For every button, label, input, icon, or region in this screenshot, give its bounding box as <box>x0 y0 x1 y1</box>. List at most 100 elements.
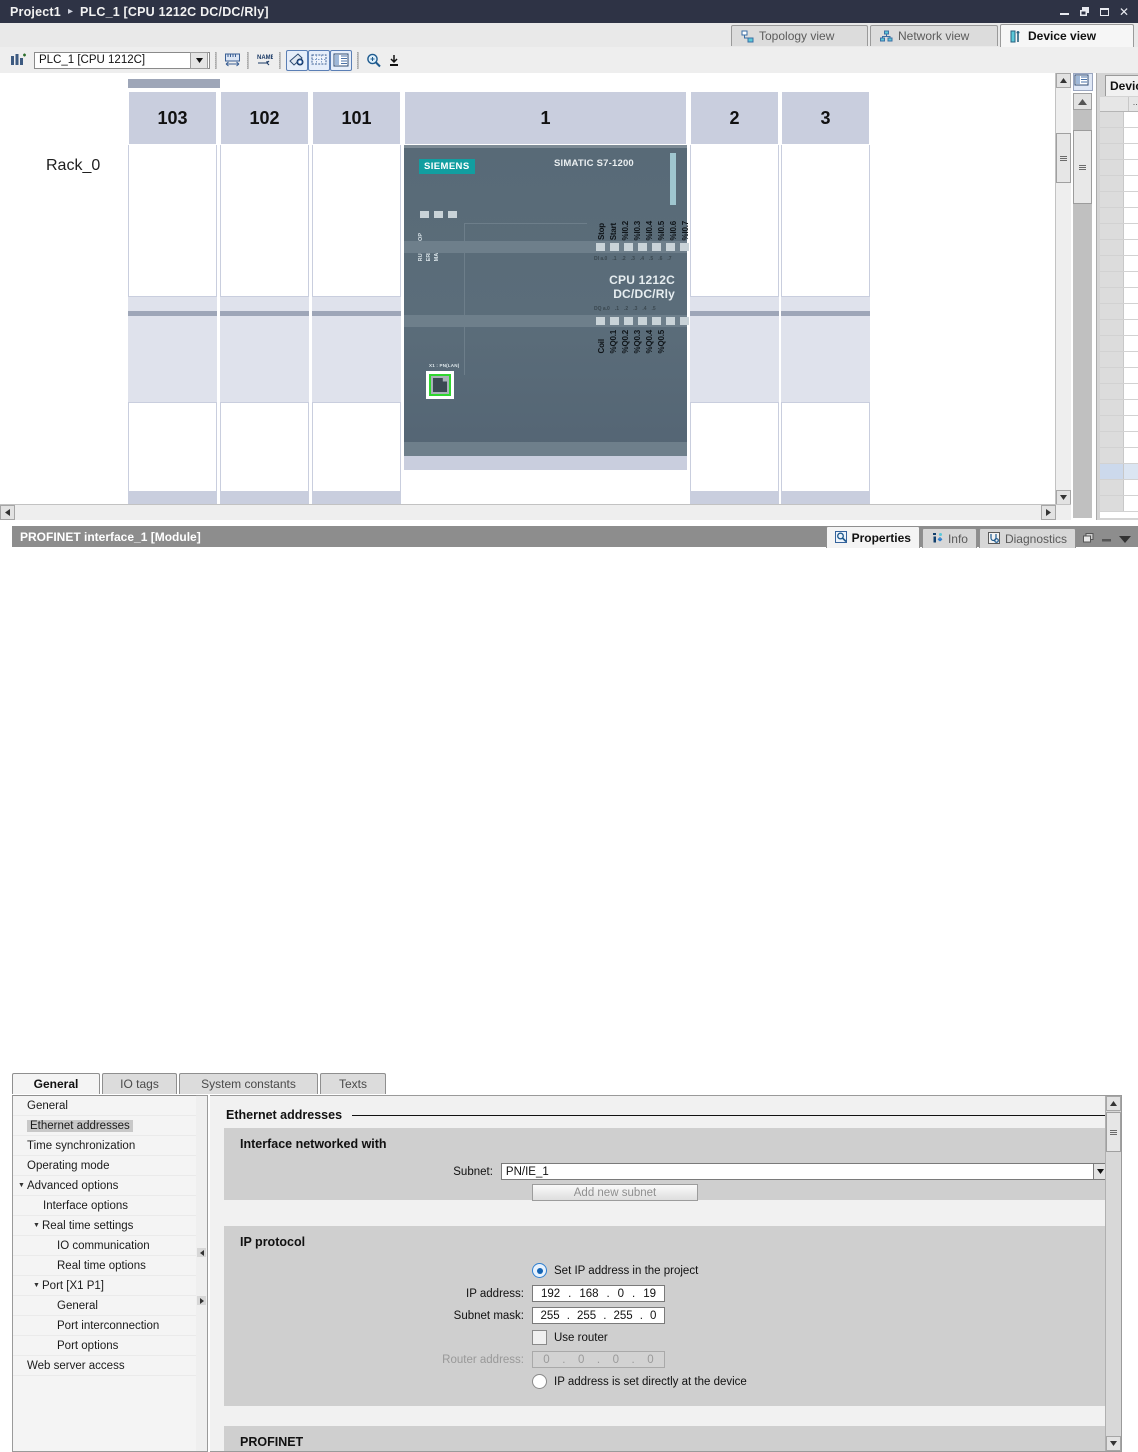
ip-octet-4[interactable]: 19 <box>643 1288 656 1300</box>
module-grid-icon[interactable] <box>308 50 330 71</box>
device-overview-panel[interactable]: Device overview ... <box>1071 73 1138 520</box>
chevron-down-icon[interactable] <box>190 52 208 69</box>
scroll-up-icon[interactable] <box>1056 73 1071 88</box>
device-overview-toggle-icon[interactable] <box>1073 73 1093 91</box>
profinet-port-icon[interactable] <box>426 371 454 399</box>
ruler-icon[interactable] <box>222 51 242 70</box>
tab-system-constants[interactable]: System constants <box>179 1073 318 1094</box>
chevron-down-icon[interactable]: ▼ <box>31 1282 42 1289</box>
rack-slot-empty[interactable] <box>690 145 779 297</box>
rack-slot-101[interactable]: 101 <box>312 91 401 506</box>
tree-item-port-x1-p1[interactable]: ▼ Port [X1 P1] <box>13 1276 207 1296</box>
table-row[interactable] <box>1100 320 1138 336</box>
module-insert-icon[interactable] <box>8 51 28 70</box>
rack-slot-lower-empty[interactable] <box>312 402 401 492</box>
tree-item-advanced-options[interactable]: ▼ Advanced options <box>13 1176 207 1196</box>
close-icon[interactable]: ✕ <box>1119 6 1129 18</box>
panel-scroll-thumb[interactable] <box>1073 130 1092 204</box>
rack-slot-2[interactable]: 2 <box>690 91 779 506</box>
tab-diagnostics[interactable]: Diagnostics <box>979 528 1076 548</box>
tab-texts[interactable]: Texts <box>320 1073 386 1094</box>
breadcrumb-project[interactable]: Project1 <box>10 5 61 19</box>
table-row[interactable] <box>1100 368 1138 384</box>
subnet-mask-input[interactable]: 255 . 255 . 255 . 0 <box>532 1307 665 1324</box>
scroll-right-icon[interactable] <box>1041 505 1056 520</box>
table-row[interactable] <box>1100 400 1138 416</box>
chevron-down-icon[interactable]: ▼ <box>16 1182 27 1189</box>
rack-slot-empty[interactable] <box>781 145 870 297</box>
tree-item-io-communication[interactable]: IO communication <box>13 1236 207 1256</box>
address-overlay-icon[interactable] <box>286 50 308 71</box>
device-overview-icon[interactable] <box>330 50 352 71</box>
mask-octet-3[interactable]: 255 <box>613 1310 632 1322</box>
tree-item-port-general[interactable]: General <box>13 1296 207 1316</box>
table-row[interactable] <box>1100 208 1138 224</box>
mask-octet-4[interactable]: 0 <box>650 1310 656 1322</box>
rack-slot-lower-empty[interactable] <box>781 402 870 492</box>
tree-item-port-interconnection[interactable]: Port interconnection <box>13 1316 207 1336</box>
canvas-vertical-scrollbar[interactable] <box>1055 73 1071 520</box>
tree-item-operating-mode[interactable]: Operating mode <box>13 1156 207 1176</box>
tab-network-view[interactable]: Network view <box>870 25 998 46</box>
tab-topology-view[interactable]: Topology view <box>731 25 868 46</box>
radio-set-ip-in-project[interactable]: Set IP address in the project <box>532 1263 698 1278</box>
tree-item-web-server-access[interactable]: Web server access <box>13 1356 207 1376</box>
table-row[interactable] <box>1100 416 1138 432</box>
table-row[interactable] <box>1100 480 1138 496</box>
tab-properties[interactable]: Properties <box>826 526 920 548</box>
radio-button[interactable] <box>532 1263 547 1278</box>
rack-slot-lower-empty[interactable] <box>128 402 217 492</box>
tree-item-real-time-settings[interactable]: ▼ Real time settings <box>13 1216 207 1236</box>
table-row[interactable] <box>1100 224 1138 240</box>
table-row[interactable] <box>1100 112 1138 128</box>
device-view-canvas[interactable]: Rack_0 103 102 101 <box>0 73 1072 520</box>
table-row[interactable] <box>1100 192 1138 208</box>
rack-slot-lower-empty[interactable] <box>690 402 779 492</box>
cpu-module[interactable]: SIEMENS SIMATIC S7-1200 RUN/STOP ERROR M… <box>404 145 687 456</box>
table-row[interactable] <box>1100 352 1138 368</box>
table-row[interactable] <box>1100 288 1138 304</box>
tab-info[interactable]: Info <box>922 528 977 548</box>
radio-button[interactable] <box>532 1374 547 1389</box>
tab-general[interactable]: General <box>12 1073 100 1094</box>
form-scroll-up-icon[interactable] <box>1106 1096 1121 1111</box>
table-row[interactable] <box>1100 256 1138 272</box>
tree-item-port-options[interactable]: Port options <box>13 1336 207 1356</box>
rack-slot-lower-empty[interactable] <box>220 402 309 492</box>
ip-octet-2[interactable]: 168 <box>579 1288 598 1300</box>
minimize-icon[interactable] <box>1101 532 1112 546</box>
tree-item-interface-options[interactable]: Interface options <box>13 1196 207 1216</box>
tree-item-general[interactable]: General <box>13 1096 207 1116</box>
device-selector[interactable]: PLC_1 [CPU 1212C] <box>34 52 210 69</box>
splitter-right-arrow-icon[interactable] <box>197 1296 206 1305</box>
form-vertical-scrollbar[interactable] <box>1105 1096 1121 1451</box>
zoom-dropdown-icon[interactable] <box>384 51 404 70</box>
minimize-icon[interactable] <box>1059 6 1070 17</box>
table-row[interactable] <box>1100 144 1138 160</box>
tab-device-overview[interactable]: Device overview <box>1105 75 1138 96</box>
table-row[interactable] <box>1100 448 1138 464</box>
name-labels-icon[interactable]: NAME <box>254 51 274 70</box>
checkbox[interactable] <box>532 1330 547 1345</box>
ip-address-input[interactable]: 192 . 168 . 0 . 19 <box>532 1285 665 1302</box>
canvas-horizontal-scrollbar[interactable] <box>0 504 1071 520</box>
maximize-icon[interactable] <box>1099 6 1110 17</box>
form-scroll-down-icon[interactable] <box>1106 1436 1121 1451</box>
rack-slot-103[interactable]: 103 <box>128 91 217 506</box>
subnet-input[interactable]: PN/IE_1 <box>501 1163 1094 1180</box>
device-overview-table[interactable]: ... <box>1100 97 1138 518</box>
collapse-icon[interactable] <box>1119 532 1131 546</box>
checkbox-use-router[interactable]: Use router <box>532 1330 608 1345</box>
table-row[interactable] <box>1100 240 1138 256</box>
splitter-left-arrow-icon[interactable] <box>197 1248 206 1257</box>
rack-slot-empty[interactable] <box>128 145 217 297</box>
undock-icon[interactable] <box>1083 532 1094 546</box>
ip-octet-3[interactable]: 0 <box>618 1288 624 1300</box>
table-row[interactable] <box>1100 432 1138 448</box>
rack-slot-1[interactable]: 1 SIEMENS SIMATIC S7-1200 RUN/STOP ERROR… <box>404 91 687 470</box>
table-row[interactable] <box>1100 160 1138 176</box>
panel-collapse-icon[interactable] <box>1073 93 1092 110</box>
form-scroll-thumb[interactable] <box>1106 1112 1121 1152</box>
restore-icon[interactable] <box>1079 6 1090 17</box>
panel-vertical-scrollbar[interactable] <box>1073 93 1092 518</box>
